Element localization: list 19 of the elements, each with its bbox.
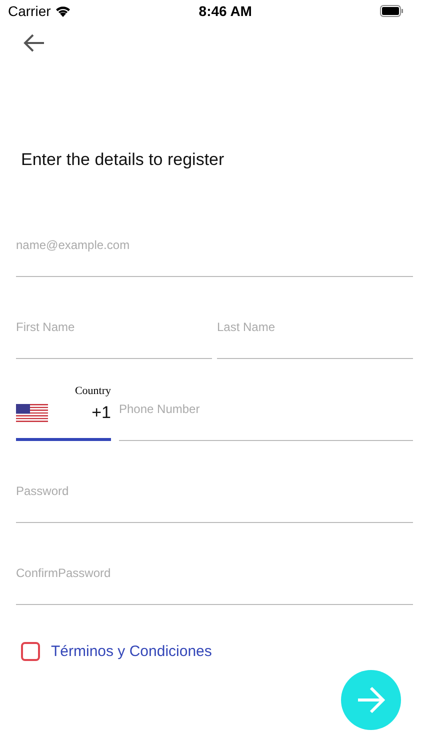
confirm-password-field[interactable]: ConfirmPassword bbox=[16, 565, 413, 605]
wifi-icon bbox=[54, 5, 71, 17]
back-arrow-icon bbox=[23, 34, 45, 52]
carrier-label: Carrier bbox=[8, 3, 51, 19]
terms-label: Términos y Condiciones bbox=[51, 642, 212, 660]
country-picker[interactable]: Country +1 bbox=[16, 381, 111, 441]
country-label: Country bbox=[74, 385, 111, 397]
password-field[interactable]: Password bbox=[16, 483, 413, 523]
battery-icon bbox=[380, 5, 404, 17]
first-name-field[interactable]: First Name bbox=[16, 319, 212, 359]
email-field[interactable]: name@example.com bbox=[16, 237, 413, 277]
last-name-field[interactable]: Last Name bbox=[217, 319, 413, 359]
status-time: 8:46 AM bbox=[198, 3, 252, 19]
terms-checkbox[interactable] bbox=[21, 642, 40, 660]
next-arrow-icon bbox=[357, 687, 385, 713]
country-code: +1 bbox=[92, 403, 111, 423]
page-title: Enter the details to register bbox=[21, 149, 226, 171]
flag-icon bbox=[16, 404, 48, 422]
phone-field[interactable]: Phone Number bbox=[119, 401, 413, 441]
